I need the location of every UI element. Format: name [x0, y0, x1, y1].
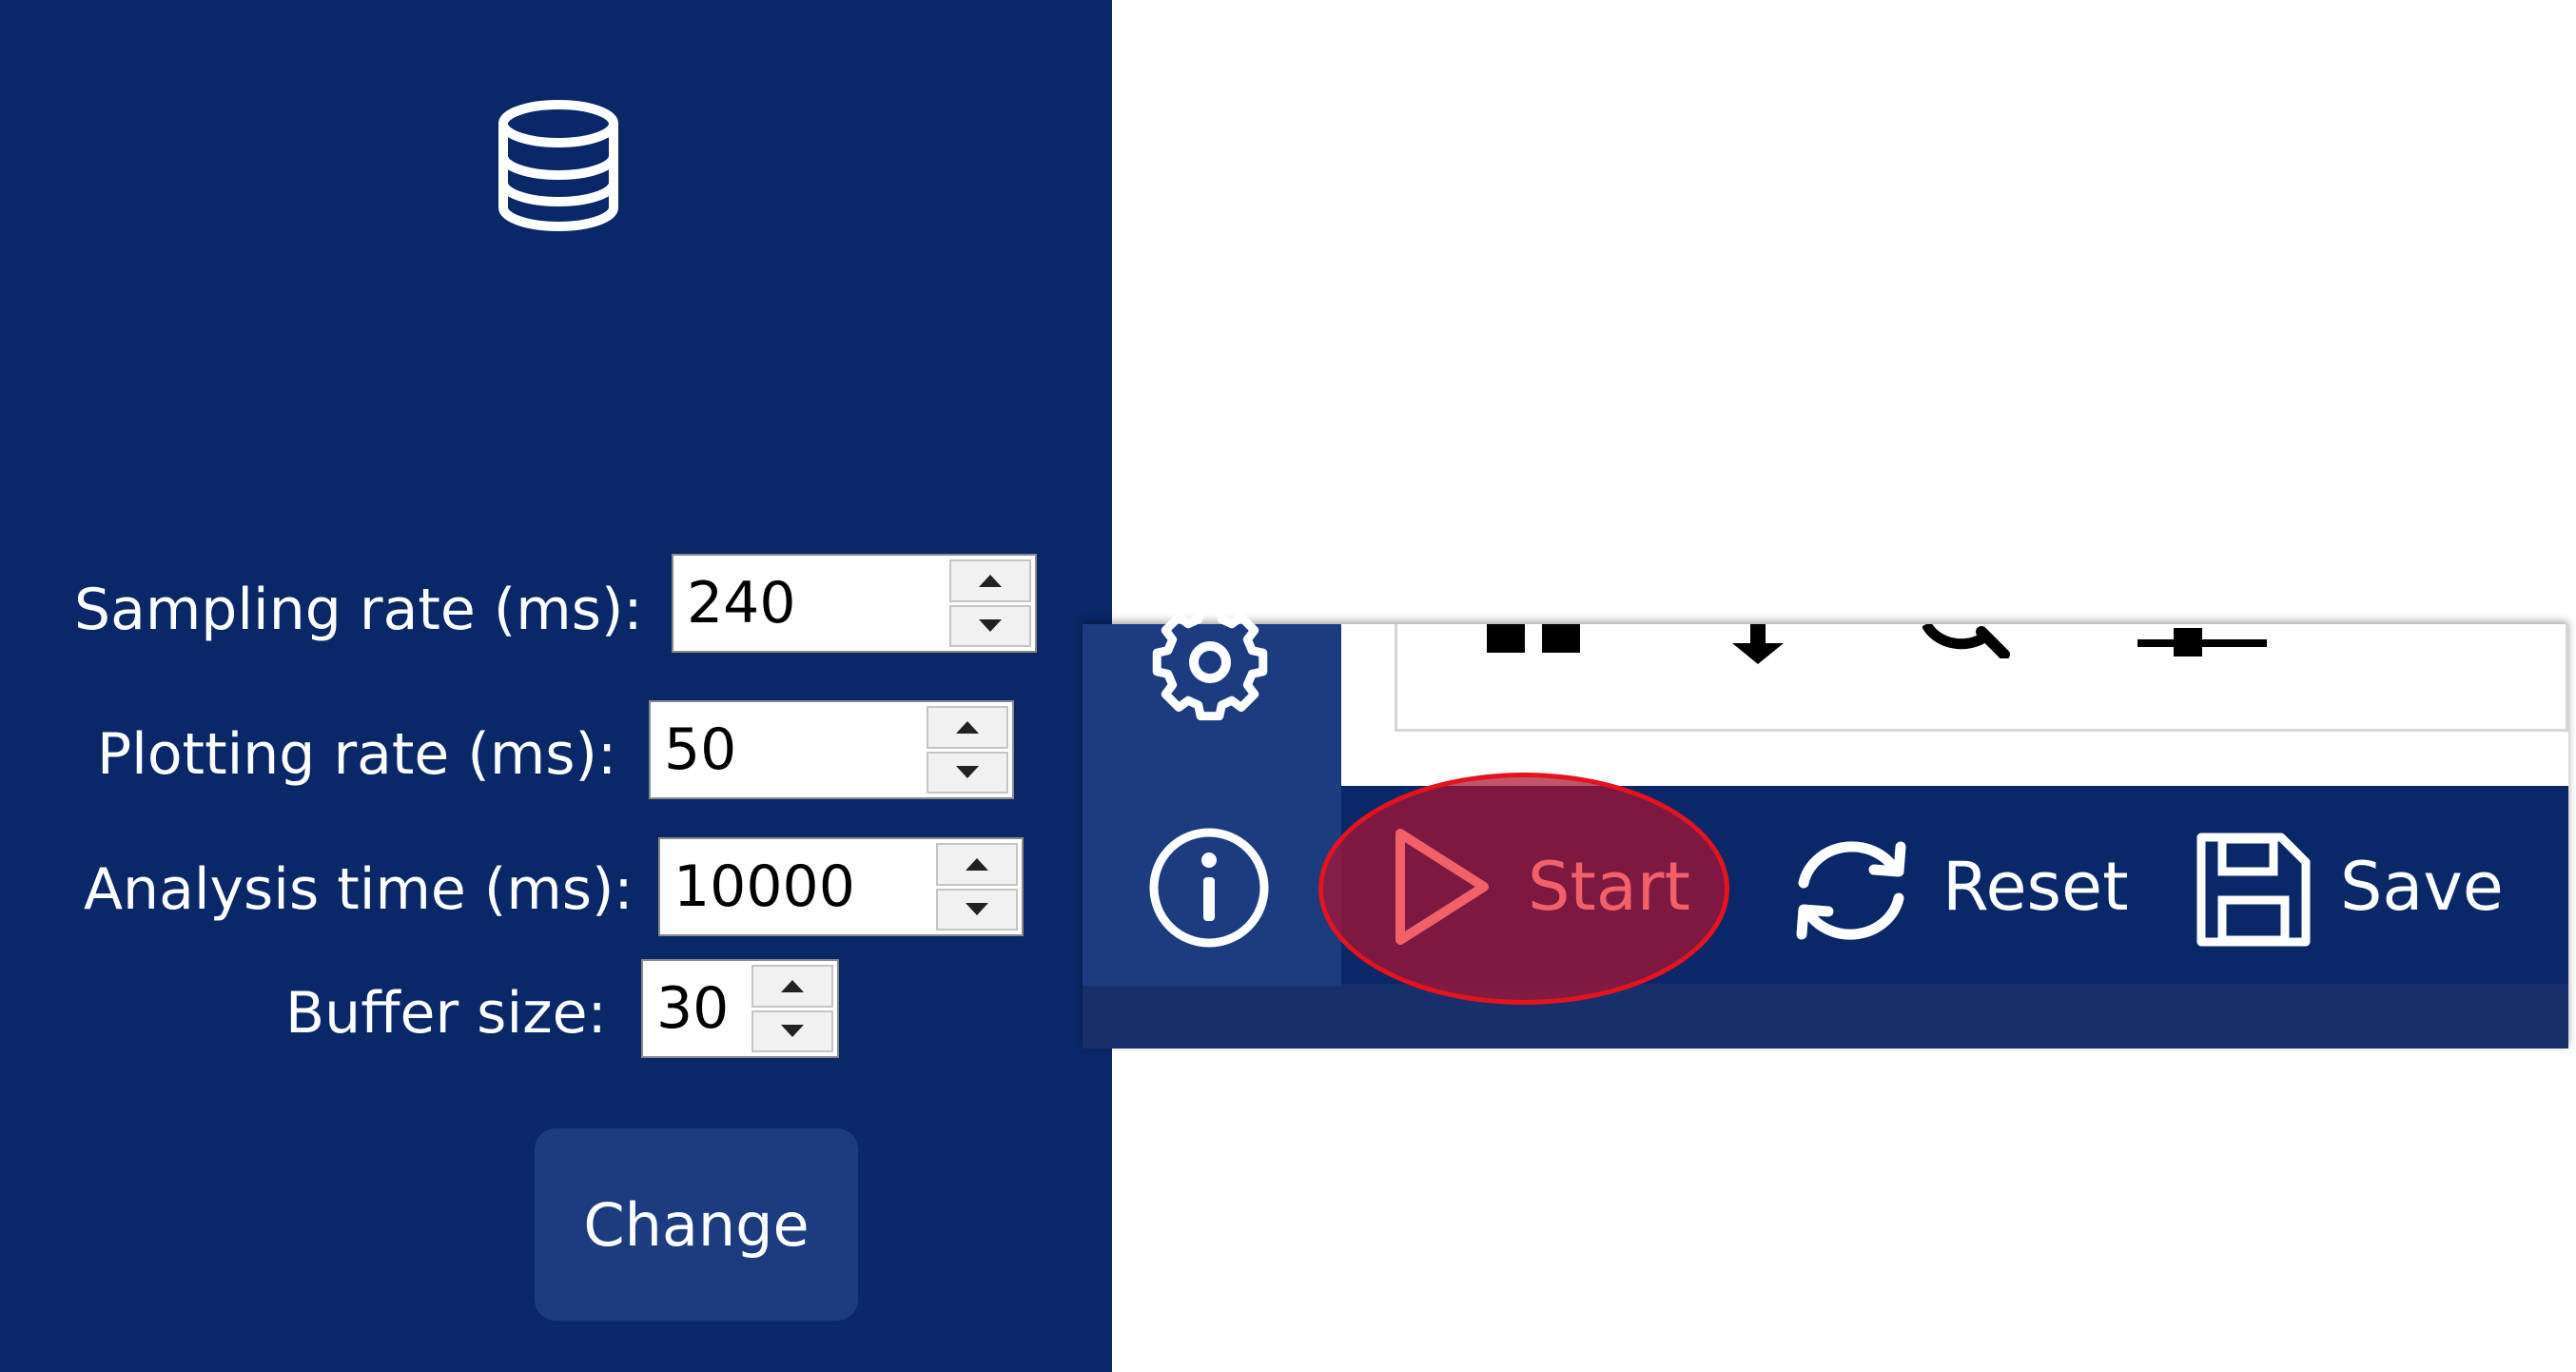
analysis-time-label: Analysis time (ms):	[84, 856, 634, 923]
save-button[interactable]: Save	[2340, 849, 2504, 925]
reset-icon[interactable]	[1783, 832, 1920, 950]
download-icon[interactable]	[1725, 624, 1791, 666]
arrow-down-icon	[956, 766, 979, 779]
plot-toolbar	[1395, 624, 2568, 732]
analysis-time-increment[interactable]	[936, 843, 1018, 886]
buffer-size-value[interactable]: 30	[656, 961, 729, 1056]
plotting-rate-increment[interactable]	[927, 706, 1008, 749]
info-icon[interactable]	[1147, 826, 1271, 950]
pan-icon[interactable]	[1485, 624, 1590, 662]
arrow-down-icon	[979, 619, 1002, 633]
database-icon[interactable]	[495, 99, 623, 232]
plotting-rate-decrement[interactable]	[927, 751, 1008, 794]
save-icon[interactable]	[2194, 830, 2313, 950]
analysis-time-spinbox[interactable]: 10000	[658, 837, 1024, 936]
buffer-size-increment[interactable]	[751, 965, 833, 1008]
arrow-up-icon	[966, 857, 988, 871]
buffer-size-decrement[interactable]	[751, 1009, 833, 1052]
buffer-size-spinbox[interactable]: 30	[641, 959, 839, 1058]
sampling-rate-value[interactable]: 240	[687, 556, 796, 651]
zoom-icon[interactable]	[1922, 624, 2010, 658]
sampling-rate-decrement[interactable]	[949, 604, 1031, 647]
sampling-rate-spinbox[interactable]: 240	[672, 554, 1037, 653]
plotting-rate-label: Plotting rate (ms):	[97, 721, 617, 788]
analysis-time-decrement[interactable]	[936, 888, 1018, 931]
sampling-rate-increment[interactable]	[949, 559, 1031, 602]
settings-panel: Sampling rate (ms): 240 Plotting rate (m…	[0, 0, 1112, 1372]
sampling-rate-label: Sampling rate (ms):	[74, 577, 643, 643]
analysis-time-value[interactable]: 10000	[673, 839, 855, 934]
play-icon[interactable]	[1389, 826, 1493, 948]
change-button[interactable]: Change	[535, 1128, 858, 1321]
plotting-rate-spinbox[interactable]: 50	[649, 700, 1014, 799]
adjust-icon[interactable]	[2136, 624, 2269, 662]
arrow-up-icon	[979, 574, 1002, 587]
arrow-up-icon	[781, 979, 804, 992]
arrow-up-icon	[956, 720, 979, 734]
gear-icon[interactable]	[1140, 609, 1280, 733]
plotting-rate-value[interactable]: 50	[664, 702, 736, 797]
arrow-down-icon	[781, 1025, 804, 1038]
buffer-size-label: Buffer size:	[285, 980, 607, 1047]
reset-button[interactable]: Reset	[1942, 849, 2129, 925]
arrow-down-icon	[966, 903, 988, 916]
start-button[interactable]: Start	[1528, 849, 1690, 925]
